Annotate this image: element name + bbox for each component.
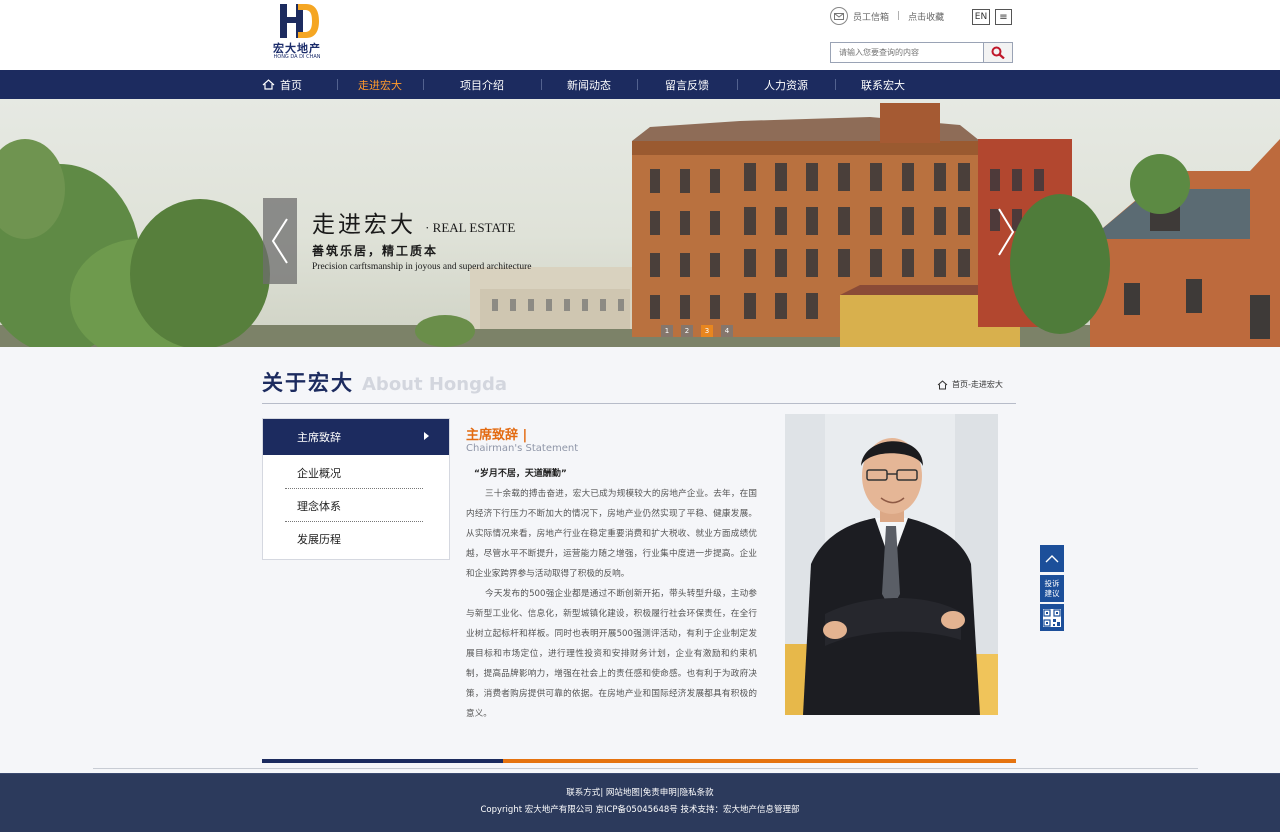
sidebar-item-chairman-statement[interactable]: 主席致辞 (263, 419, 449, 455)
search-input[interactable] (831, 43, 989, 62)
site-logo[interactable]: 宏大地产 HONG DA DI CHAN (268, 2, 326, 62)
banner-dot[interactable]: 2 (681, 325, 693, 337)
mail-icon[interactable] (830, 7, 848, 25)
logo-mark-icon (280, 4, 319, 38)
sidebar-item-label: 企业概况 (297, 466, 341, 480)
feedback-label: 投诉 (1044, 578, 1060, 588)
banner-dot-active[interactable]: 3 (701, 325, 713, 337)
language-toggle-button[interactable]: EN (972, 9, 990, 25)
home-icon (262, 79, 275, 90)
main-navigation: 首页 走进宏大 项目介绍 新闻动态 留言反馈 人力资源 联系宏大 (0, 70, 1280, 100)
article-quote: “岁月不居，天道酬勤” (474, 469, 567, 479)
nav-item-feedback[interactable]: 留言反馈 (637, 70, 737, 99)
sidebar-item-label: 理念体系 (297, 499, 341, 513)
nav-item-contact[interactable]: 联系宏大 (835, 70, 931, 99)
accent-bar-navy (262, 759, 503, 763)
banner-prev-button[interactable] (263, 198, 297, 284)
article-body: 三十余载的搏击奋进，宏大已成为规模较大的房地产企业。去年，在国内经济下行压力不断… (466, 484, 757, 724)
nav-item-home[interactable]: 首页 (262, 70, 337, 99)
nav-label: 人力资源 (764, 78, 808, 92)
banner-subtitle: 善筑乐居，精工质本 (312, 244, 439, 258)
nav-item-projects[interactable]: 项目介绍 (423, 70, 541, 99)
banner-title-en: · REAL ESTATE (425, 220, 516, 235)
article-subtitle: Chairman's Statement (466, 443, 579, 454)
utility-links: 员工信箱 | 点击收藏 (830, 6, 944, 26)
caret-right-icon (424, 432, 429, 440)
menu-icon[interactable]: ≡ (995, 9, 1012, 25)
footer-link-privacy[interactable]: 隐私条款 (680, 788, 714, 798)
nav-label: 走进宏大 (358, 78, 402, 92)
feedback-button[interactable]: 投诉 建议 (1040, 575, 1064, 602)
accent-bar-orange (503, 759, 1016, 763)
chevron-right-icon (998, 208, 1015, 256)
sidebar-item-philosophy[interactable]: 理念体系 (263, 489, 449, 522)
sidebar-item-company-overview[interactable]: 企业概况 (263, 456, 449, 489)
banner-next-button[interactable] (992, 207, 1020, 257)
sidebar-menu: 主席致辞 企业概况 理念体系 发展历程 (262, 418, 450, 560)
breadcrumb-text[interactable]: 首页-走进宏大 (952, 379, 1003, 390)
breadcrumb: 首页-走进宏大 (937, 379, 1003, 390)
section-title-en: About Hongda (362, 374, 508, 395)
sidebar-item-history[interactable]: 发展历程 (263, 522, 449, 555)
site-header: 宏大地产 HONG DA DI CHAN 员工信箱 | 点击收藏 EN ≡ (0, 0, 1280, 70)
util-separator: | (897, 11, 901, 21)
nav-item-careers[interactable]: 人力资源 (737, 70, 835, 99)
banner-dot[interactable]: 1 (661, 325, 673, 337)
article-paragraph: 三十余载的搏击奋进，宏大已成为规模较大的房地产企业。去年，在国内经济下行压力不断… (466, 489, 757, 579)
nav-item-news[interactable]: 新闻动态 (541, 70, 637, 99)
sidebar-item-label: 发展历程 (297, 532, 341, 546)
footer-link-separator: | (600, 788, 604, 798)
logo-text-en: HONG DA DI CHAN (273, 54, 321, 60)
staff-mail-link[interactable]: 员工信箱 (853, 10, 889, 23)
chevron-left-icon (271, 218, 288, 264)
search-icon (991, 46, 1005, 59)
footer-link-sitemap[interactable]: 网站地图 (606, 788, 640, 798)
section-title: 关于宏大 About Hongda (262, 367, 507, 397)
chairman-portrait-image (785, 414, 998, 715)
nav-label: 留言反馈 (665, 78, 709, 92)
article-title: 主席致辞 | (466, 428, 528, 443)
sidebar-item-label: 主席致辞 (297, 431, 341, 444)
section-divider (262, 403, 1016, 404)
bookmark-link[interactable]: 点击收藏 (908, 10, 944, 23)
nav-label: 首页 (280, 78, 302, 92)
footer-copyright: Copyright 宏大地产有限公司 京ICP备05045648号 技术支持：宏… (480, 805, 800, 815)
nav-label: 联系宏大 (861, 78, 905, 92)
qr-code-button[interactable] (1040, 604, 1064, 631)
hero-banner: 走进宏大 · REAL ESTATE 善筑乐居，精工质本 Precision c… (0, 99, 1280, 347)
back-to-top-button[interactable] (1040, 545, 1064, 572)
qr-code-icon (1043, 608, 1061, 627)
footer-divider (93, 768, 1198, 769)
footer-links: 联系方式| 网站地图|免责申明|隐私条款 (0, 786, 1280, 798)
banner-pagination: 1 2 3 4 (661, 325, 741, 337)
section-title-cn: 关于宏大 (262, 371, 354, 395)
banner-title-cn: 走进宏大 (312, 212, 416, 238)
search-box (830, 42, 1013, 63)
banner-cityscape-image (0, 103, 1280, 347)
chairman-photo (785, 414, 998, 715)
nav-label: 新闻动态 (567, 78, 611, 92)
banner-dot[interactable]: 4 (721, 325, 733, 337)
article-paragraph: 今天发布的500强企业都是通过不断创新开拓，带头转型升级，主动参与新型工业化、信… (466, 589, 757, 719)
nav-label: 项目介绍 (460, 78, 504, 92)
search-button[interactable] (983, 43, 1012, 62)
feedback-label: 建议 (1044, 588, 1060, 598)
banner-slogan: 走进宏大 · REAL ESTATE 善筑乐居，精工质本 Precision c… (312, 205, 532, 272)
banner-tagline: Precision carftsmanship in joyous and su… (312, 262, 532, 272)
site-footer: 联系方式| 网站地图|免责申明|隐私条款 Copyright 宏大地产有限公司 … (0, 773, 1280, 832)
arrow-up-icon (1045, 555, 1059, 563)
nav-item-about[interactable]: 走进宏大 (337, 70, 423, 99)
footer-link-disclaimer[interactable]: 免责申明 (643, 788, 677, 798)
home-icon[interactable] (937, 379, 948, 390)
footer-link-contact[interactable]: 联系方式 (566, 788, 600, 798)
